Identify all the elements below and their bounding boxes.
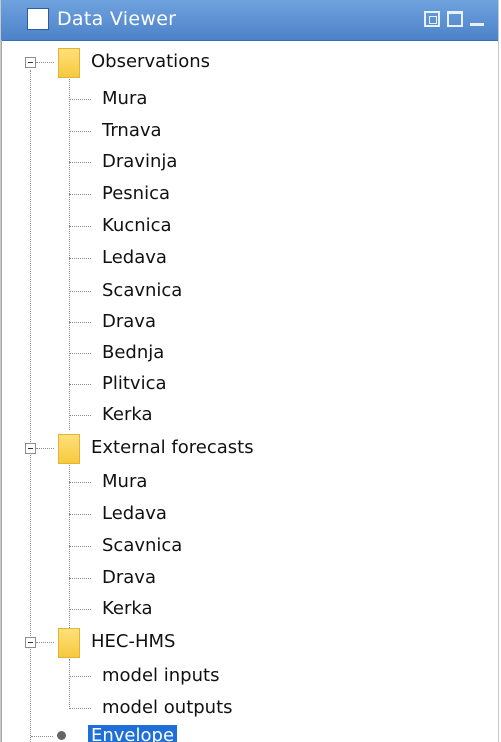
folder-icon [58,628,80,658]
data-viewer-panel: Data Viewer Observations Mura Trnava Dra… [0,0,499,742]
title-bar[interactable]: Data Viewer [1,0,498,41]
tree-connector-line [69,415,91,416]
data-tree: Observations Mura Trnava Dravinja Pesnic… [1,40,498,742]
tree-item-ledava[interactable]: Ledava [102,503,167,525]
tree-connector-line [31,736,53,737]
tree-item-mura[interactable]: Mura [102,471,147,493]
tree-connector-line [69,514,91,515]
tree-connector-line [69,353,91,354]
tree-connector-line [69,226,91,227]
folder-icon [58,48,80,78]
tree-item-pesnica[interactable]: Pesnica [102,183,170,205]
tree-group-hec-hms[interactable]: HEC-HMS [91,631,175,653]
tree-item-drava[interactable]: Drava [102,567,156,589]
tree-connector-line [69,546,91,547]
collapse-icon[interactable] [25,57,36,68]
tree-item-scavnica[interactable]: Scavnica [102,535,182,557]
tree-connector-line [69,708,91,709]
tree-connector-line [69,578,91,579]
tree-item-drava[interactable]: Drava [102,311,156,333]
collapse-icon[interactable] [25,443,36,454]
tree-item-trnava[interactable]: Trnava [102,120,162,142]
tree-connector-line [69,291,91,292]
tree-item-ledava[interactable]: Ledava [102,247,167,269]
restore-icon[interactable] [424,11,440,27]
tree-connector-line [69,482,91,483]
maximize-icon[interactable] [447,11,463,27]
tree-item-mura[interactable]: Mura [102,88,147,110]
tree-item-plitvica[interactable]: Plitvica [102,373,167,395]
dataset-icon [57,731,66,740]
tree-item-kerka[interactable]: Kerka [102,404,153,426]
tree-item-model-outputs[interactable]: model outputs [102,697,233,719]
minimize-icon[interactable] [470,23,484,26]
tree-connector-line [36,448,54,449]
tree-item-model-inputs[interactable]: model inputs [102,665,219,687]
tree-item-scavnica[interactable]: Scavnica [102,280,182,302]
tree-item-kucnica[interactable]: Kucnica [102,215,172,237]
folder-icon [58,434,80,464]
tree-connector-line [69,258,91,259]
tree-connector-line [36,642,54,643]
tree-connector-line [69,384,91,385]
tree-group-external-forecasts[interactable]: External forecasts [91,437,254,459]
tree-item-bednja[interactable]: Bednja [102,342,164,364]
tree-connector-line [69,322,91,323]
tree-connector-line [69,99,91,100]
tree-group-observations[interactable]: Observations [91,51,210,73]
data-viewer-icon [27,8,49,30]
panel-title: Data Viewer [57,8,177,30]
tree-connector-line [69,609,91,610]
tree-item-dravinja[interactable]: Dravinja [102,151,177,173]
tree-connector-line [69,131,91,132]
tree-connector-line [69,162,91,163]
collapse-icon[interactable] [25,637,36,648]
tree-item-envelope[interactable]: Envelope [88,725,178,742]
tree-item-kerka[interactable]: Kerka [102,598,153,620]
tree-connector-line [69,676,91,677]
tree-connector-line [69,194,91,195]
tree-connector-line [36,62,54,63]
tree-connector-line [69,659,70,709]
